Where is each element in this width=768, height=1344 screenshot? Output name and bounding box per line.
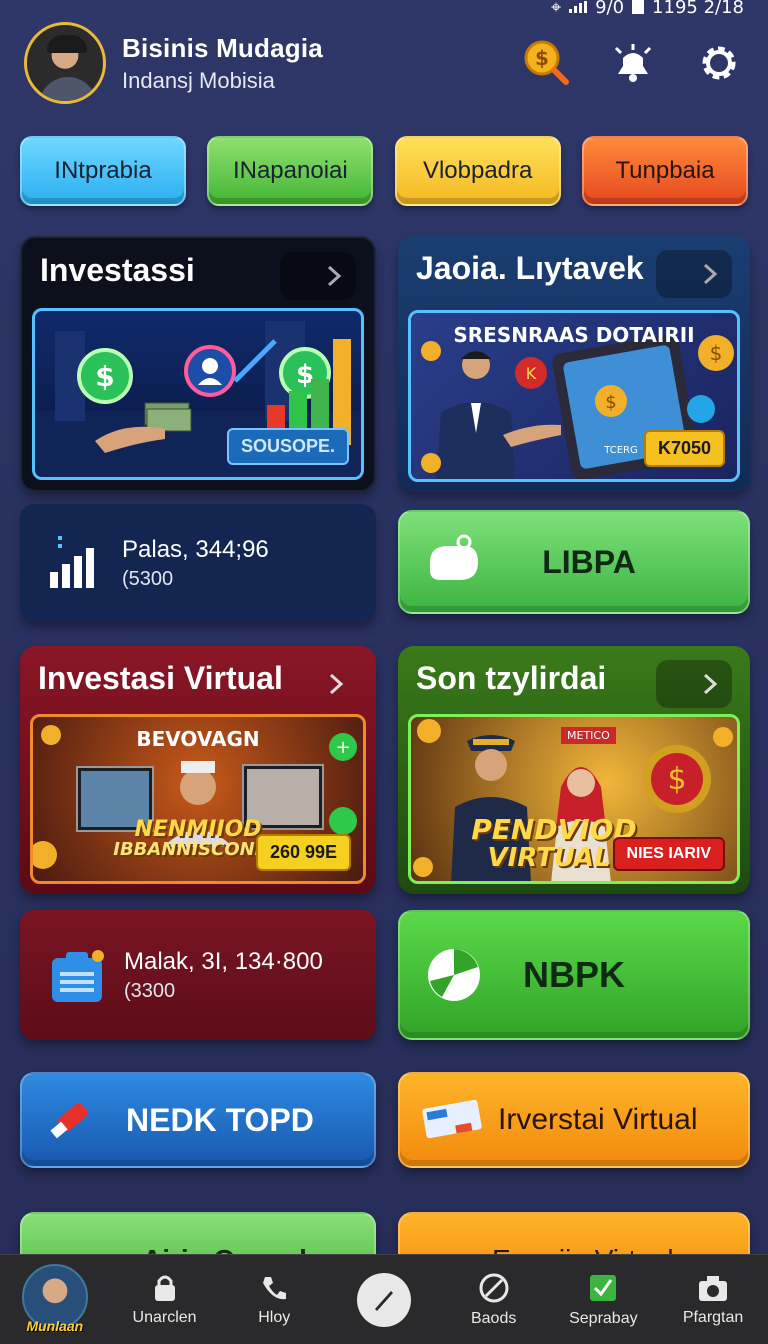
ticket-icon — [422, 1099, 482, 1139]
chevron-right-icon[interactable] — [282, 660, 358, 708]
investasi-virtual-tag: 260 99E — [255, 834, 351, 871]
stat-sub: (3300 — [124, 979, 176, 1002]
agent-illustration: SRESNRAAS DOTAIRII K $ TCERG $ K7050 — [408, 310, 740, 482]
son-tag: NIES IARIV — [612, 837, 725, 871]
stat-value: Palas, 344;96 — [122, 535, 269, 563]
bell-icon[interactable] — [608, 38, 658, 88]
battery-icon — [632, 0, 645, 14]
signal-icon — [569, 1, 588, 13]
pie-chart-icon — [428, 949, 480, 1001]
tab-inapanoiai[interactable]: INapanoiai — [207, 136, 374, 206]
son-card[interactable]: Son tzylirdai METICO $ PENDVIOD VIRTUAL … — [398, 646, 750, 894]
status-bar: ⌖ 9/0 1195 2/18 — [551, 0, 744, 18]
nav-unarclen[interactable]: Unarclen — [115, 1273, 215, 1327]
officer-illustration: METICO $ PENDVIOD VIRTUAL NIES IARIV — [408, 714, 740, 884]
marker-icon — [50, 1102, 88, 1139]
nav-hloy[interactable]: Hloy — [224, 1273, 324, 1327]
jaoia-card[interactable]: Jaoia. Lıytavek SRESNRAAS DOTAIRII K $ T… — [398, 236, 750, 492]
nav-label: Seprabay — [569, 1309, 638, 1327]
nav-label: Pfargtan — [682, 1308, 744, 1326]
investasi-tag: SOUSOPE. — [226, 428, 349, 465]
libpa-button[interactable]: LIBPA — [398, 510, 750, 614]
nav-label: Baods — [470, 1309, 517, 1327]
battery-text: 9/0 — [595, 0, 625, 18]
profile-subtitle: Indansj Mobisia — [122, 67, 275, 93]
nbpk-label: NBPK — [522, 954, 625, 995]
tablet-screen-text: TCERG — [603, 445, 638, 456]
stat-sub: (5300 — [122, 567, 174, 590]
investasi-card[interactable]: Investassi $ $ SOUSOPE. — [20, 236, 376, 492]
nav-pfargtan[interactable]: Pfargtan — [663, 1273, 763, 1327]
nav-home-label: Munlaan — [26, 1317, 84, 1334]
tab-intprabia[interactable]: INtprabia — [20, 136, 186, 206]
header: Bisinis Mudagia Indansj Mobisia $ — [24, 18, 744, 108]
irverstai-virtual-label: Irverstai Virtual — [498, 1103, 698, 1136]
category-tabs: INtprabia INapanoiai Vlobpadra Tunpbaia — [20, 136, 748, 206]
camera-icon — [699, 1275, 728, 1301]
bottom-nav: Munlaan Unarclen Hloy Baods Seprabay Pfa… — [0, 1254, 768, 1344]
svg-text:$: $ — [667, 762, 686, 797]
nav-baods[interactable]: Baods — [444, 1272, 544, 1328]
nav-center[interactable] — [334, 1272, 434, 1327]
chevron-right-icon[interactable] — [280, 252, 356, 300]
svg-text:K: K — [526, 364, 537, 383]
lock-icon — [154, 1275, 175, 1301]
tag-icon — [430, 534, 478, 580]
nedk-topd-button[interactable]: NEDK TOPD — [20, 1072, 376, 1168]
no-entry-icon — [479, 1273, 509, 1302]
nav-home[interactable]: Munlaan — [5, 1263, 105, 1334]
clock: 1195 2/18 — [652, 0, 744, 18]
tab-tunpbaia[interactable]: Tunpbaia — [581, 136, 748, 206]
stat-text: Palas, 344;96 (5300 — [122, 536, 269, 591]
nedk-topd-label: NEDK TOPD — [126, 1101, 314, 1138]
metico-ribbon: METICO — [561, 727, 616, 744]
wifi-icon: ⌖ — [550, 0, 562, 18]
stat-palas-card[interactable]: Palas, 344;96 (5300 — [20, 504, 376, 622]
card-title: Investasi Virtual — [38, 660, 283, 696]
profile-block: Bisinis Mudagia Indansj Mobisia — [122, 33, 323, 94]
card-title: Jaoia. Lıytavek — [416, 250, 644, 286]
stat-malak-card[interactable]: Malak, 3I, 134·800 (3300 — [20, 910, 376, 1040]
nav-home-avatar: Munlaan — [21, 1263, 88, 1334]
investasi-virtual-card[interactable]: Investasi Virtual BEVOVAGN + NENMIIOD IB… — [20, 646, 376, 894]
svg-text:$: $ — [605, 392, 616, 413]
chevron-right-icon[interactable] — [656, 660, 732, 708]
scene-heading: SRESNRAAS DOTAIRII — [453, 323, 695, 347]
svg-text:$: $ — [535, 46, 549, 70]
stat-value: Malak, 3I, 134·800 — [124, 947, 323, 975]
nav-seprabay[interactable]: Seprabay — [553, 1272, 653, 1328]
header-actions: $ — [522, 38, 744, 88]
compass-icon — [356, 1272, 411, 1327]
stat-text: Malak, 3I, 134·800 (3300 — [124, 948, 323, 1003]
libpa-label: LIBPA — [542, 543, 636, 580]
phone-icon — [263, 1276, 287, 1299]
scene-heading: BEVOVAGN — [136, 727, 260, 751]
nbpk-button[interactable]: NBPK — [398, 910, 750, 1040]
chevron-right-icon[interactable] — [656, 250, 732, 298]
card-title: Son tzylirdai — [416, 660, 607, 696]
checklist-icon — [590, 1274, 617, 1301]
coin-search-icon[interactable]: $ — [522, 38, 572, 88]
virtual-investment-illustration: BEVOVAGN + NENMIIOD IBBANNISCONNS 260 99… — [30, 714, 366, 884]
clipboard-icon — [52, 950, 104, 1002]
nav-label: Hloy — [258, 1308, 291, 1326]
profile-name: Bisinis Mudagia — [122, 32, 323, 63]
svg-text:$: $ — [95, 360, 114, 393]
bar-chart-icon — [50, 536, 94, 588]
tab-vlobpadra[interactable]: Vlobpadra — [394, 136, 561, 206]
jaoia-tag: K7050 — [643, 430, 725, 467]
nav-label: Unarclen — [132, 1308, 197, 1326]
investment-illustration: $ $ SOUSOPE. — [32, 308, 364, 480]
gear-icon[interactable] — [694, 38, 744, 88]
card-title: Investassi — [40, 252, 195, 288]
avatar[interactable] — [24, 22, 106, 104]
irverstai-virtual-button[interactable]: Irverstai Virtual — [398, 1072, 750, 1168]
